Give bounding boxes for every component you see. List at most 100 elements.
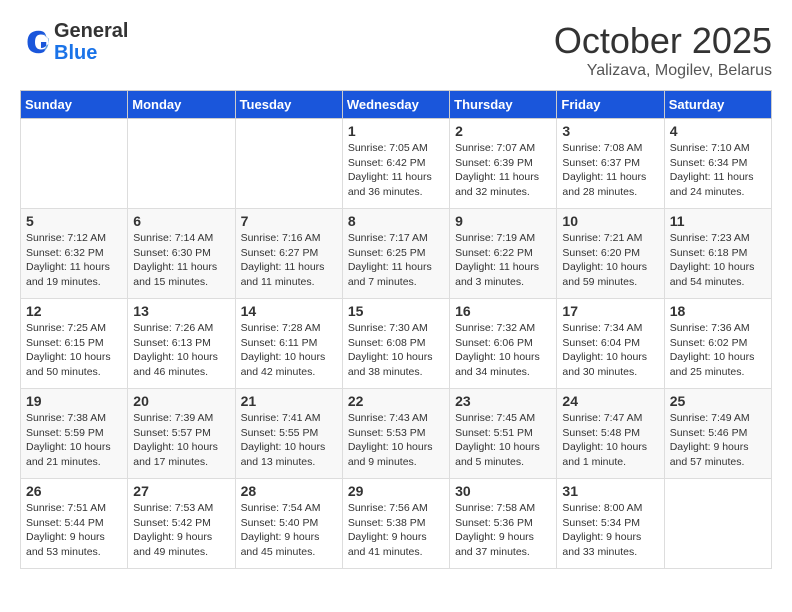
day-number: 26	[26, 483, 122, 499]
day-number: 22	[348, 393, 444, 409]
header-sunday: Sunday	[21, 91, 128, 119]
calendar-cell	[21, 119, 128, 209]
calendar-cell: 13Sunrise: 7:26 AM Sunset: 6:13 PM Dayli…	[128, 299, 235, 389]
calendar-cell: 18 Sunrise: 7:36 AM Sunset: 6:02 PM Dayli…	[664, 299, 771, 389]
calendar-cell: 1 Sunrise: 7:05 AM Sunset: 6:42 PM Daylig…	[342, 119, 449, 209]
calendar-week-3: 12 Sunrise: 7:25 AM Sunset: 6:15 PM Dayli…	[21, 299, 772, 389]
day-info: Sunrise: 7:38 AM Sunset: 5:59 PM Dayligh…	[26, 411, 122, 470]
day-number: 9	[455, 213, 551, 229]
day-info: Sunrise: 7:19 AM Sunset: 6:22 PM Dayligh…	[455, 231, 551, 290]
day-info: Sunrise: 7:17 AM Sunset: 6:25 PM Dayligh…	[348, 231, 444, 290]
day-info: Sunrise: 7:34 AM Sunset: 6:04 PM Dayligh…	[562, 321, 658, 380]
calendar-cell: 25 Sunrise: 7:49 AM Sunset: 5:46 PM Dayli…	[664, 389, 771, 479]
day-number: 12	[26, 303, 122, 319]
day-number: 31	[562, 483, 658, 499]
calendar-cell: 4Sunrise: 7:10 AM Sunset: 6:34 PM Daylig…	[664, 119, 771, 209]
day-number: 3	[562, 123, 658, 139]
day-number: 10	[562, 213, 658, 229]
logo-text: General Blue	[54, 20, 128, 64]
calendar-cell	[664, 479, 771, 569]
calendar-cell: 19Sunrise: 7:38 AM Sunset: 5:59 PM Dayli…	[21, 389, 128, 479]
day-number: 5	[26, 213, 122, 229]
calendar-cell: 28 Sunrise: 7:54 AM Sunset: 5:40 PM Dayli…	[235, 479, 342, 569]
day-info: Sunrise: 7:51 AM Sunset: 5:44 PM Dayligh…	[26, 501, 122, 560]
calendar-cell: 29 Sunrise: 7:56 AM Sunset: 5:38 PM Dayli…	[342, 479, 449, 569]
calendar-cell: 12 Sunrise: 7:25 AM Sunset: 6:15 PM Dayli…	[21, 299, 128, 389]
header-thursday: Thursday	[450, 91, 557, 119]
header-tuesday: Tuesday	[235, 91, 342, 119]
day-info: Sunrise: 7:54 AM Sunset: 5:40 PM Dayligh…	[241, 501, 337, 560]
calendar-cell	[235, 119, 342, 209]
day-number: 21	[241, 393, 337, 409]
day-number: 20	[133, 393, 229, 409]
calendar-week-2: 5 Sunrise: 7:12 AM Sunset: 6:32 PM Daylig…	[21, 209, 772, 299]
day-number: 30	[455, 483, 551, 499]
day-number: 6	[133, 213, 229, 229]
day-info: Sunrise: 7:36 AM Sunset: 6:02 PM Dayligh…	[670, 321, 766, 380]
day-number: 2	[455, 123, 551, 139]
day-info: Sunrise: 7:47 AM Sunset: 5:48 PM Dayligh…	[562, 411, 658, 470]
calendar-table: SundayMondayTuesdayWednesdayThursdayFrid…	[20, 90, 772, 569]
calendar-week-4: 19Sunrise: 7:38 AM Sunset: 5:59 PM Dayli…	[21, 389, 772, 479]
day-number: 28	[241, 483, 337, 499]
calendar-cell: 31Sunrise: 8:00 AM Sunset: 5:34 PM Dayli…	[557, 479, 664, 569]
day-number: 25	[670, 393, 766, 409]
day-number: 7	[241, 213, 337, 229]
calendar-cell: 14Sunrise: 7:28 AM Sunset: 6:11 PM Dayli…	[235, 299, 342, 389]
day-number: 18	[670, 303, 766, 319]
day-info: Sunrise: 7:39 AM Sunset: 5:57 PM Dayligh…	[133, 411, 229, 470]
month-title: October 2025	[554, 20, 772, 62]
calendar-cell: 17 Sunrise: 7:34 AM Sunset: 6:04 PM Dayli…	[557, 299, 664, 389]
day-info: Sunrise: 7:53 AM Sunset: 5:42 PM Dayligh…	[133, 501, 229, 560]
logo: General Blue	[20, 20, 128, 64]
calendar-cell: 15Sunrise: 7:30 AM Sunset: 6:08 PM Dayli…	[342, 299, 449, 389]
day-number: 17	[562, 303, 658, 319]
calendar-cell: 9 Sunrise: 7:19 AM Sunset: 6:22 PM Daylig…	[450, 209, 557, 299]
day-info: Sunrise: 7:45 AM Sunset: 5:51 PM Dayligh…	[455, 411, 551, 470]
calendar-cell: 5 Sunrise: 7:12 AM Sunset: 6:32 PM Daylig…	[21, 209, 128, 299]
calendar-cell: 26 Sunrise: 7:51 AM Sunset: 5:44 PM Dayli…	[21, 479, 128, 569]
header-friday: Friday	[557, 91, 664, 119]
day-info: Sunrise: 7:05 AM Sunset: 6:42 PM Dayligh…	[348, 141, 444, 200]
header-wednesday: Wednesday	[342, 91, 449, 119]
day-info: Sunrise: 7:26 AM Sunset: 6:13 PM Dayligh…	[133, 321, 229, 380]
day-number: 27	[133, 483, 229, 499]
day-info: Sunrise: 7:08 AM Sunset: 6:37 PM Dayligh…	[562, 141, 658, 200]
header-saturday: Saturday	[664, 91, 771, 119]
calendar-week-5: 26 Sunrise: 7:51 AM Sunset: 5:44 PM Dayli…	[21, 479, 772, 569]
day-info: Sunrise: 7:28 AM Sunset: 6:11 PM Dayligh…	[241, 321, 337, 380]
day-number: 29	[348, 483, 444, 499]
day-number: 16	[455, 303, 551, 319]
day-info: Sunrise: 7:56 AM Sunset: 5:38 PM Dayligh…	[348, 501, 444, 560]
calendar-header-row: SundayMondayTuesdayWednesdayThursdayFrid…	[21, 91, 772, 119]
day-info: Sunrise: 7:58 AM Sunset: 5:36 PM Dayligh…	[455, 501, 551, 560]
calendar-cell: 8Sunrise: 7:17 AM Sunset: 6:25 PM Daylig…	[342, 209, 449, 299]
day-info: Sunrise: 7:25 AM Sunset: 6:15 PM Dayligh…	[26, 321, 122, 380]
header-monday: Monday	[128, 91, 235, 119]
day-info: Sunrise: 7:14 AM Sunset: 6:30 PM Dayligh…	[133, 231, 229, 290]
day-number: 15	[348, 303, 444, 319]
location: Yalizava, Mogilev, Belarus	[554, 62, 772, 80]
day-info: Sunrise: 7:43 AM Sunset: 5:53 PM Dayligh…	[348, 411, 444, 470]
day-info: Sunrise: 7:12 AM Sunset: 6:32 PM Dayligh…	[26, 231, 122, 290]
calendar-cell: 11Sunrise: 7:23 AM Sunset: 6:18 PM Dayli…	[664, 209, 771, 299]
day-info: Sunrise: 7:41 AM Sunset: 5:55 PM Dayligh…	[241, 411, 337, 470]
calendar-cell: 3 Sunrise: 7:08 AM Sunset: 6:37 PM Daylig…	[557, 119, 664, 209]
calendar-cell: 23Sunrise: 7:45 AM Sunset: 5:51 PM Dayli…	[450, 389, 557, 479]
calendar-cell: 24Sunrise: 7:47 AM Sunset: 5:48 PM Dayli…	[557, 389, 664, 479]
calendar-cell: 7Sunrise: 7:16 AM Sunset: 6:27 PM Daylig…	[235, 209, 342, 299]
calendar-cell: 10Sunrise: 7:21 AM Sunset: 6:20 PM Dayli…	[557, 209, 664, 299]
calendar-cell: 2Sunrise: 7:07 AM Sunset: 6:39 PM Daylig…	[450, 119, 557, 209]
calendar-cell: 22 Sunrise: 7:43 AM Sunset: 5:53 PM Dayli…	[342, 389, 449, 479]
day-number: 4	[670, 123, 766, 139]
calendar-cell: 30 Sunrise: 7:58 AM Sunset: 5:36 PM Dayli…	[450, 479, 557, 569]
page-header: General Blue October 2025 Yalizava, Mogi…	[20, 20, 772, 80]
calendar-cell: 20 Sunrise: 7:39 AM Sunset: 5:57 PM Dayli…	[128, 389, 235, 479]
day-number: 1	[348, 123, 444, 139]
logo-icon	[20, 27, 50, 57]
calendar-cell: 6 Sunrise: 7:14 AM Sunset: 6:30 PM Daylig…	[128, 209, 235, 299]
title-block: October 2025 Yalizava, Mogilev, Belarus	[554, 20, 772, 80]
calendar-week-1: 1 Sunrise: 7:05 AM Sunset: 6:42 PM Daylig…	[21, 119, 772, 209]
day-info: Sunrise: 7:49 AM Sunset: 5:46 PM Dayligh…	[670, 411, 766, 470]
day-info: Sunrise: 7:23 AM Sunset: 6:18 PM Dayligh…	[670, 231, 766, 290]
